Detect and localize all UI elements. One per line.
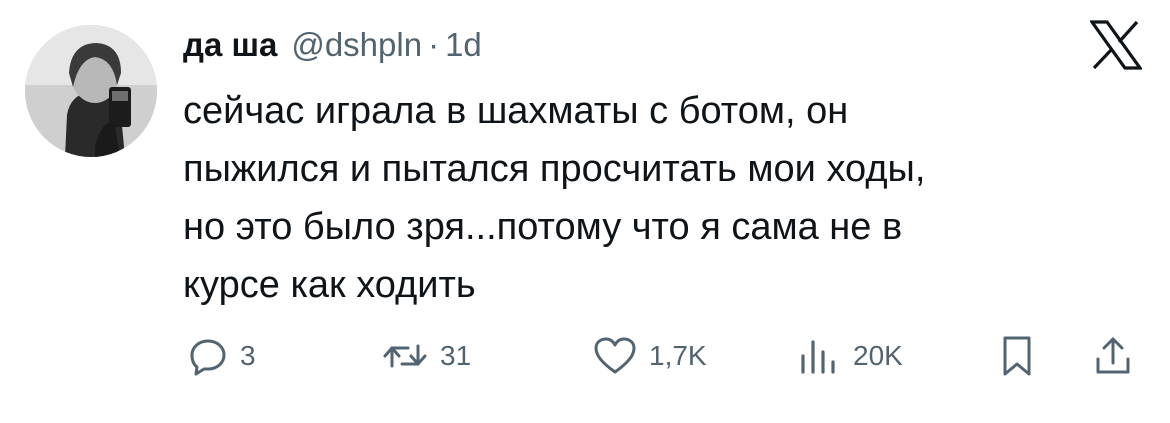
- repost-button[interactable]: 31: [382, 333, 471, 379]
- user-handle[interactable]: @dshpln: [291, 26, 422, 64]
- tweet-text-line: курсе как ходить: [183, 264, 476, 306]
- action-bar: 3 31 1,7K 20K: [0, 333, 1170, 379]
- tweet-text-line: сейчас играла в шахматы с ботом, он: [183, 90, 849, 132]
- tweet-header: да ша @dshpln · 1d: [183, 22, 482, 68]
- tweet-text-line: но это было зря...потому что я сама не в: [183, 206, 903, 248]
- tweet-text: сейчас играла в шахматы с ботом, он пыжи…: [183, 82, 1143, 314]
- repost-count: 31: [440, 340, 472, 371]
- display-name[interactable]: да ша: [183, 26, 277, 64]
- like-count: 1,7K: [649, 340, 707, 371]
- reply-count: 3: [240, 340, 256, 371]
- tweet-text-line: пыжился и пытался просчитать мои ходы,: [183, 148, 926, 190]
- views-button[interactable]: 20K: [797, 333, 903, 379]
- x-logo-icon[interactable]: [1088, 20, 1144, 70]
- repost-icon: [382, 336, 428, 376]
- avatar[interactable]: [25, 25, 157, 157]
- share-button[interactable]: [1093, 333, 1133, 379]
- tweet-card[interactable]: да ша @dshpln · 1d сейчас играла в шахма…: [0, 0, 1170, 423]
- share-icon: [1093, 335, 1133, 377]
- views-chart-icon: [797, 336, 841, 376]
- reply-icon: [188, 336, 228, 376]
- separator-dot: ·: [428, 26, 440, 63]
- bookmark-button[interactable]: [1000, 333, 1034, 379]
- bookmark-icon: [1000, 335, 1034, 377]
- heart-icon: [593, 336, 637, 376]
- views-count: 20K: [853, 340, 903, 371]
- timestamp[interactable]: 1d: [445, 26, 482, 64]
- reply-button[interactable]: 3: [188, 333, 256, 379]
- like-button[interactable]: 1,7K: [593, 333, 707, 379]
